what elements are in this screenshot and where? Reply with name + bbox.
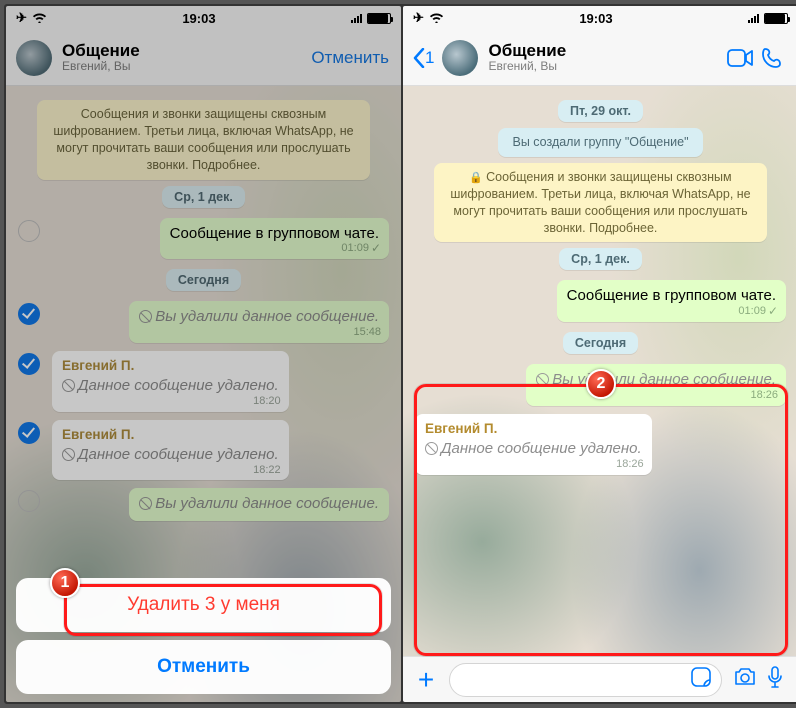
video-call-button[interactable] [724,42,756,74]
sticker-icon[interactable] [691,667,711,692]
attach-button[interactable]: + [411,664,441,696]
noentry-icon [62,448,75,461]
system-message: Вы создали группу "Общение" [498,128,702,157]
back-button[interactable]: 1 [413,48,434,68]
message-in-deleted[interactable]: Евгений П. Данное сообщение удалено. 18:… [52,420,289,481]
message-out-deleted[interactable]: Вы удалили данное сообщение. 18:26 [526,364,786,406]
left-screenshot: ✈ 19:03 Общение Евгений, Вы Отменить [6,6,401,702]
encryption-banner[interactable]: Сообщения и звонки защищены сквозным шиф… [37,100,371,180]
cancel-selection-button[interactable]: Отменить [309,44,391,72]
chat-header: Общение Евгений, Вы Отменить [6,30,401,86]
chat-body: Пт, 29 окт. Вы создали группу "Общение" … [403,86,796,656]
message-in-deleted[interactable]: Евгений П. Данное сообщение удалено. 18:… [415,414,652,475]
signal-icon [748,13,759,23]
noentry-icon [62,379,75,392]
select-radio-checked[interactable] [18,303,40,325]
battery-icon [367,13,391,24]
airplane-icon: ✈ [16,10,27,26]
date-pill: Ср, 1 дек. [162,186,245,208]
chat-title[interactable]: Общение [488,42,714,61]
wifi-icon [429,11,444,26]
sent-tick-icon: ✓ [371,241,381,256]
battery-icon [764,13,788,24]
date-pill: Пт, 29 окт. [558,100,643,122]
message-out-deleted[interactable]: Вы удалили данное сообщение. [129,488,389,521]
status-bar: ✈ 19:03 [403,6,796,30]
wifi-icon [32,11,47,26]
avatar[interactable] [442,40,478,76]
message-out[interactable]: Сообщение в групповом чате. 01:09✓ [557,280,786,322]
sender-name: Евгений П. [62,427,279,444]
status-bar: ✈ 19:03 [6,6,401,30]
camera-button[interactable] [730,667,760,692]
signal-icon [351,13,362,23]
noentry-icon [425,442,438,455]
airplane-icon: ✈ [413,10,424,26]
noentry-icon [139,497,152,510]
chat-header: 1 Общение Евгений, Вы [403,30,796,86]
action-sheet-cancel-button[interactable]: Отменить [16,640,391,694]
status-time: 19:03 [579,11,612,26]
avatar[interactable] [16,40,52,76]
noentry-icon [139,310,152,323]
message-out-deleted[interactable]: Вы удалили данное сообщение. 15:48 [129,301,389,343]
select-radio[interactable] [18,220,40,242]
sender-name: Евгений П. [62,358,279,375]
message-out[interactable]: Сообщение в групповом чате. 01:09✓ [160,218,389,260]
sender-name: Евгений П. [425,421,642,438]
delete-for-me-button[interactable]: Удалить 3 у меня [16,578,391,632]
chat-title[interactable]: Общение [62,42,299,61]
sent-tick-icon: ✓ [768,304,778,319]
lock-icon: 🔒 [469,172,483,184]
encryption-banner[interactable]: 🔒Сообщения и звонки защищены сквозным ши… [434,163,768,243]
select-radio[interactable] [18,490,40,512]
status-time: 19:03 [182,11,215,26]
noentry-icon [536,373,549,386]
chat-subtitle: Евгений, Вы [62,60,299,73]
mic-button[interactable] [760,666,790,693]
date-pill: Сегодня [166,269,241,291]
chat-subtitle: Евгений, Вы [488,60,714,73]
message-in-deleted[interactable]: Евгений П. Данное сообщение удалено. 18:… [52,351,289,412]
message-input[interactable] [449,663,722,697]
input-toolbar: + [403,656,796,702]
right-screenshot: ✈ 19:03 1 Общение Евгений, Вы [403,6,796,702]
date-pill: Сегодня [563,332,638,354]
voice-call-button[interactable] [756,42,788,74]
select-radio-checked[interactable] [18,353,40,375]
date-pill: Ср, 1 дек. [559,248,642,270]
select-radio-checked[interactable] [18,422,40,444]
action-sheet: Удалить 3 у меня Отменить [16,570,391,694]
